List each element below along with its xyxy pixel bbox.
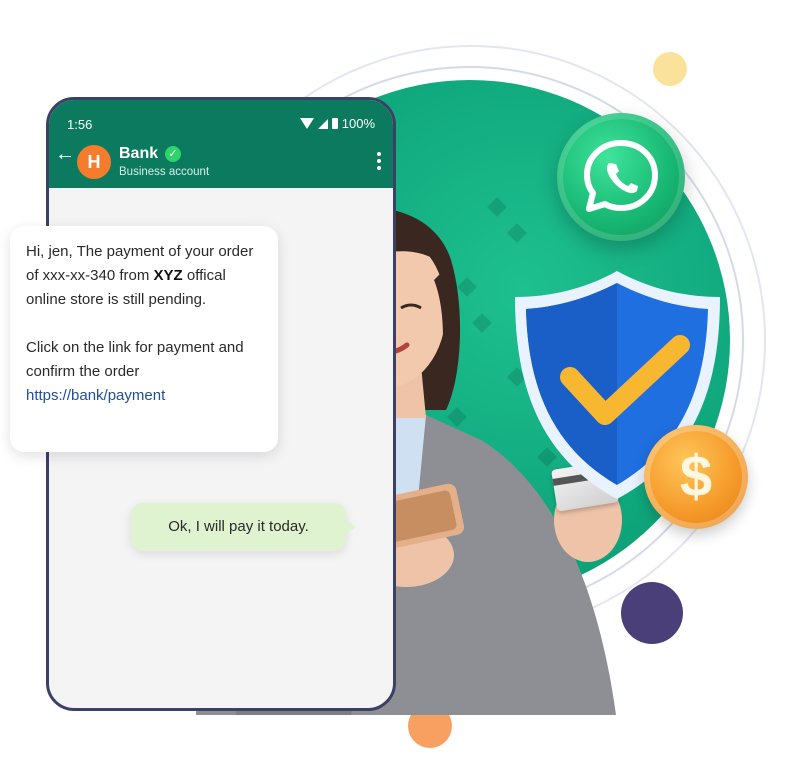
outgoing-message-bubble: Ok, I will pay it today. — [131, 503, 356, 551]
hero-illustration: $ 1:56 100% ← H Bank ✓ Business account … — [0, 0, 793, 760]
whatsapp-icon — [557, 113, 685, 241]
message-text: Click on the link for payment and confir… — [26, 339, 244, 380]
dollar-coin-icon: $ — [644, 425, 748, 529]
wifi-icon — [299, 118, 314, 129]
incoming-message-bubble: Hi, jen, The payment of your order of xx… — [10, 226, 278, 452]
message-paragraph: Hi, jen, The payment of your order of xx… — [26, 240, 264, 312]
kebab-menu-icon[interactable] — [377, 152, 381, 170]
status-bar-right: 100% — [299, 116, 375, 131]
back-arrow-icon[interactable]: ← — [55, 144, 75, 164]
message-paragraph: Click on the link for payment and confir… — [26, 336, 264, 408]
battery-icon — [331, 118, 338, 129]
avatar[interactable]: H — [77, 145, 111, 179]
chat-header: 1:56 100% ← H Bank ✓ Business account — [49, 100, 393, 188]
message-bold-text: XYZ — [153, 267, 183, 284]
contact-subtitle: Business account — [119, 166, 210, 178]
battery-percent: 100% — [341, 116, 375, 131]
status-time: 1:56 — [67, 117, 93, 132]
decorative-dot-navy — [621, 582, 683, 644]
decorative-dot-yellow — [653, 52, 687, 86]
signal-icon — [317, 118, 328, 129]
whatsapp-glyph — [584, 140, 658, 212]
verified-check-icon: ✓ — [165, 146, 181, 162]
contact-name[interactable]: Bank — [119, 145, 158, 163]
payment-link[interactable]: https://bank/payment — [26, 387, 165, 404]
